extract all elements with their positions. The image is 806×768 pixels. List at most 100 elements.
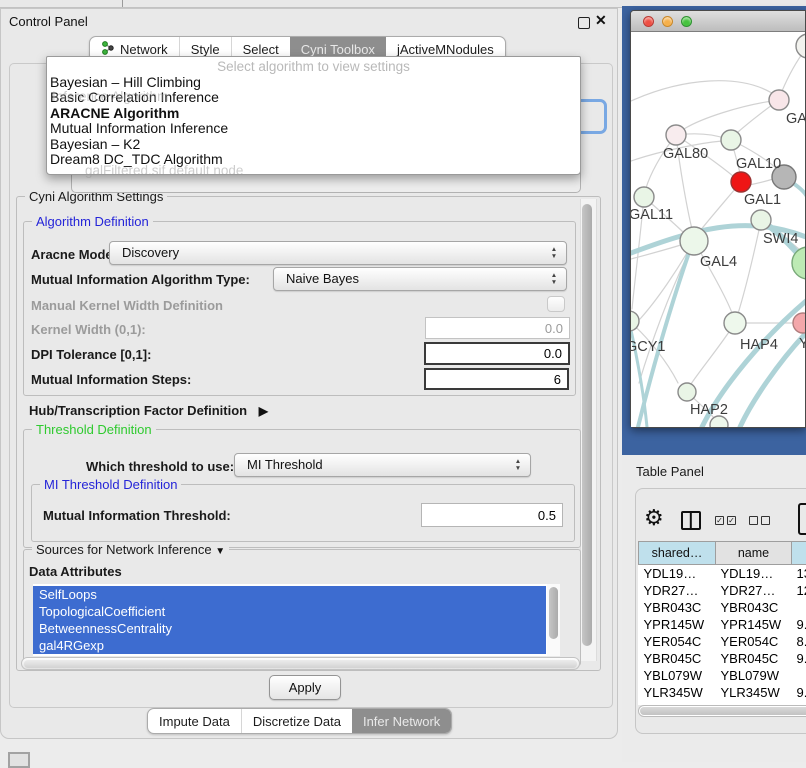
mi-threshold-label: Mutual Information Threshold:: [43, 508, 231, 523]
table-hscrollbar[interactable]: [638, 705, 806, 717]
node-label-gal11: GAL11: [631, 207, 673, 223]
table-cell: 13: [792, 565, 806, 583]
mi-threshold-field[interactable]: 0.5: [421, 503, 563, 527]
node-gal10[interactable]: [721, 130, 741, 150]
tab-impute-data[interactable]: Impute Data: [148, 709, 242, 733]
mi-steps-field[interactable]: 6: [424, 368, 569, 390]
zoom-traffic-light[interactable]: [681, 16, 692, 27]
table-hscrollbar-thumb[interactable]: [640, 707, 806, 715]
column-header-shared[interactable]: shared…: [639, 542, 716, 565]
gear-icon[interactable]: ⚙: [644, 507, 664, 529]
select-all-checkboxes-icon[interactable]: ✓✓: [715, 516, 736, 525]
node-label-hap2: HAP2: [690, 402, 728, 418]
node-gal1-red[interactable]: [731, 172, 751, 192]
data-attributes-list[interactable]: SelfLoopsTopologicalCoefficientBetweenne…: [33, 584, 560, 656]
panel-grip-icon[interactable]: [8, 752, 30, 768]
node-gal-pink[interactable]: [769, 90, 789, 110]
cyni-bottom-tabs: Impute Data Discretize Data Infer Network: [147, 708, 452, 734]
table-cell: 9.: [792, 650, 806, 667]
node-table-wrap: shared…name YDL19…YDL19…13YDR27…YDR27…12…: [638, 541, 806, 705]
table-row[interactable]: YDL19…YDL19…13: [639, 565, 806, 583]
kernel-width-field[interactable]: 0.0: [425, 317, 570, 339]
minimize-traffic-light[interactable]: [662, 16, 673, 27]
combobox-arrows-icon: ▲▼: [549, 272, 559, 286]
table-cell: YDL19…: [716, 565, 792, 583]
tab-label: Infer Network: [363, 714, 440, 729]
desktop-background: GALGAL80GAL10GAL1GAL11GAL4SWI4GCY1HAP4YH…: [622, 6, 806, 455]
attribute-item-gal4rgexp[interactable]: gal4RGexp: [33, 637, 546, 654]
table-row[interactable]: YDR27…YDR27…12: [639, 582, 806, 599]
list-scrollbar-thumb[interactable]: [549, 587, 558, 639]
node-gal4[interactable]: [680, 227, 708, 255]
which-threshold-label: Which threshold to use:: [86, 459, 234, 474]
table-cell: YBL079W: [716, 667, 792, 684]
settings-hscrollbar-thumb[interactable]: [24, 660, 577, 668]
tab-label: Select: [243, 42, 279, 57]
mi-steps-label: Mutual Information Steps:: [31, 372, 191, 387]
node-label-gal1: GAL1: [744, 192, 781, 208]
node-gal11[interactable]: [634, 187, 654, 207]
control-panel: Control Panel ✕ NetworkStyleSelectCyni T…: [0, 8, 618, 739]
tab-label: Discretize Data: [253, 714, 341, 729]
node-top-partial[interactable]: [796, 34, 805, 58]
dpi-tolerance-field[interactable]: 0.0: [424, 342, 570, 365]
tab-discretize-data[interactable]: Discretize Data: [242, 709, 353, 733]
close-icon[interactable]: ✕: [595, 12, 607, 29]
close-traffic-light[interactable]: [643, 16, 654, 27]
node-hap4[interactable]: [724, 312, 746, 334]
table-cell: YBL079W: [639, 667, 716, 684]
combobox-arrows-icon: ▲▼: [513, 458, 523, 472]
network-graph-icon: [101, 41, 120, 58]
node-hap2[interactable]: [678, 383, 696, 401]
table-cell: YPR145W: [639, 616, 716, 633]
which-threshold-combobox[interactable]: MI Threshold ▲▼: [234, 453, 531, 477]
node-salmon[interactable]: [793, 313, 805, 333]
columns-icon[interactable]: [681, 511, 701, 530]
deselect-all-checkboxes-icon[interactable]: [749, 516, 770, 525]
network-canvas[interactable]: GALGAL80GAL10GAL1GAL11GAL4SWI4GCY1HAP4YH…: [631, 32, 805, 427]
settings-scrollbar-thumb[interactable]: [582, 204, 592, 646]
network-window-titlebar[interactable]: [631, 11, 805, 32]
manual-kernel-label: Manual Kernel Width Definition: [31, 298, 223, 313]
attribute-item-selfloops[interactable]: SelfLoops: [33, 586, 546, 603]
attribute-item-betweennesscentrality[interactable]: BetweennessCentrality: [33, 620, 546, 637]
ghost-text: galFiltered.sif default node: [85, 163, 243, 178]
node-gcy1[interactable]: [631, 311, 639, 331]
table-cell: YBR045C: [716, 650, 792, 667]
mi-type-label: Mutual Information Algorithm Type:: [31, 272, 250, 287]
network-view-window: GALGAL80GAL10GAL1GAL11GAL4SWI4GCY1HAP4YH…: [630, 10, 806, 428]
attribute-item-topologicalcoefficient[interactable]: TopologicalCoefficient: [33, 603, 546, 620]
table-cell: YLR345W: [716, 684, 792, 701]
mi-type-combobox[interactable]: Naive Bayes ▲▼: [273, 267, 567, 291]
table-cell: YBR043C: [716, 599, 792, 616]
tab-infer-network[interactable]: Infer Network: [352, 709, 451, 733]
settings-hscrollbar[interactable]: [21, 657, 580, 670]
aracne-mode-combobox[interactable]: Discovery ▲▼: [109, 241, 567, 265]
node-swi4[interactable]: [751, 210, 771, 230]
ghost-text: Inference Algorithm: [52, 89, 168, 104]
algorithm-option-mutual-information-inference[interactable]: Mutual Information Inference: [47, 121, 580, 136]
column-header-cut[interactable]: [792, 542, 806, 565]
table-row[interactable]: YER054CYER054C8.: [639, 633, 806, 650]
network-edge: [749, 179, 773, 185]
float-window-icon[interactable]: [578, 17, 590, 29]
table-row[interactable]: YBR043CYBR043C: [639, 599, 806, 616]
manual-kernel-checkbox[interactable]: [547, 296, 565, 312]
dpi-tolerance-label: DPI Tolerance [0,1]:: [31, 347, 151, 362]
page-icon[interactable]: [798, 503, 806, 535]
table-cell: [792, 667, 806, 684]
column-header-name[interactable]: name: [716, 542, 792, 565]
table-row[interactable]: YPR145WYPR145W9.: [639, 616, 806, 633]
node-gal80[interactable]: [666, 125, 686, 145]
tab-label: Impute Data: [159, 714, 230, 729]
control-panel-title: Control Panel: [9, 14, 88, 29]
table-row[interactable]: YLR345WYLR345W9.: [639, 684, 806, 701]
algorithm-option-aracne-algorithm[interactable]: ARACNE Algorithm: [47, 106, 580, 121]
table-row[interactable]: YBR045CYBR045C9.: [639, 650, 806, 667]
apply-button[interactable]: Apply: [269, 675, 341, 700]
table-cell: 12: [792, 582, 806, 599]
table-row[interactable]: YBL079WYBL079W: [639, 667, 806, 684]
hub-definition-toggle[interactable]: Hub/Transcription Factor Definition ▶: [29, 403, 268, 418]
algorithm-option-bayesian-k2[interactable]: Bayesian – K2: [47, 137, 580, 152]
network-edge: [684, 100, 779, 129]
